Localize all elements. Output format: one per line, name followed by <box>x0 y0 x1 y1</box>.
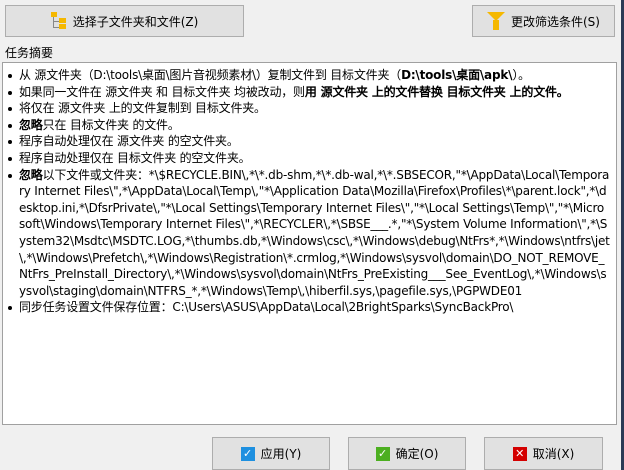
apply-check-icon: ✓ <box>240 446 255 461</box>
summary-text: ）。 <box>512 68 530 82</box>
summary-text: 将仅在 源文件夹 上的文件复制到 目标文件夹。 <box>19 101 266 116</box>
summary-text: 程序自动处理仅在 源文件夹 的空文件夹。 <box>19 134 239 149</box>
summary-item: 忽略只在 目标文件夹 的文件。 <box>7 117 610 134</box>
ok-check-icon: ✓ <box>375 446 390 461</box>
select-subfolders-button[interactable]: 选择子文件夹和文件(Z) <box>5 5 244 37</box>
apply-button[interactable]: ✓ 应用(Y) <box>212 437 330 470</box>
ok-button[interactable]: ✓ 确定(O) <box>348 437 466 470</box>
summary-heading: 任务摘要 <box>5 46 54 60</box>
change-filter-button[interactable]: 更改筛选条件(S) <box>472 5 615 37</box>
summary-list: 从 源文件夹（D:\tools\桌面\图片音视频素材\）复制文件到 目标文件夹（… <box>7 67 610 316</box>
ok-label: 确定(O) <box>395 447 439 461</box>
select-subfolders-label: 选择子文件夹和文件(Z) <box>72 14 199 29</box>
summary-item: 程序自动处理仅在 目标文件夹 的空文件夹。 <box>7 150 610 167</box>
summary-item: 程序自动处理仅在 源文件夹 的空文件夹。 <box>7 133 610 150</box>
summary-item: 忽略以下文件或文件夹：*\$RECYCLE.BIN\,*\*.db-shm,*\… <box>7 167 610 300</box>
filter-icon <box>487 12 505 30</box>
summary-text: 只在 目标文件夹 的文件。 <box>42 117 180 132</box>
summary-item: 如果同一文件在 源文件夹 和 目标文件夹 均被改动，则用 源文件夹 上的文件替换… <box>7 84 610 101</box>
apply-label: 应用(Y) <box>260 447 302 461</box>
summary-item: 同步任务设置文件保存位置：C:\Users\ASUS\AppData\Local… <box>7 299 610 316</box>
cancel-x-icon: ✕ <box>512 446 527 461</box>
summary-box: 从 源文件夹（D:\tools\桌面\图片音视频素材\）复制文件到 目标文件夹（… <box>2 62 617 425</box>
cancel-label: 取消(X) <box>532 447 575 461</box>
cancel-button[interactable]: ✕ 取消(X) <box>484 437 603 470</box>
summary-text: 从 源文件夹（D:\tools\桌面\图片音视频素材\）复制文件到 目标文件夹（ <box>19 68 402 82</box>
summary-text: 同步任务设置文件保存位置：C:\Users\ASUS\AppData\Local… <box>19 300 514 315</box>
summary-bold-text: 忽略 <box>19 167 43 182</box>
summary-bold-text: 用 源文件夹 上的文件替换 目标文件夹 上的文件。 <box>304 84 569 99</box>
summary-text: 以下文件或文件夹：*\$RECYCLE.BIN\,*\*.db-shm,*\*.… <box>19 167 610 298</box>
summary-text: 如果同一文件在 源文件夹 和 目标文件夹 均被改动，则 <box>19 84 305 99</box>
folder-tree-icon <box>50 12 67 30</box>
summary-text: 程序自动处理仅在 目标文件夹 的空文件夹。 <box>19 150 251 165</box>
summary-bold-text: D:\tools\桌面\apk\ <box>401 68 513 82</box>
summary-item: 将仅在 源文件夹 上的文件复制到 目标文件夹。 <box>7 100 610 117</box>
summary-item: 从 源文件夹（D:\tools\桌面\图片音视频素材\）复制文件到 目标文件夹（… <box>7 67 610 84</box>
summary-bold-text: 忽略 <box>19 117 43 132</box>
change-filter-label: 更改筛选条件(S) <box>511 14 600 29</box>
